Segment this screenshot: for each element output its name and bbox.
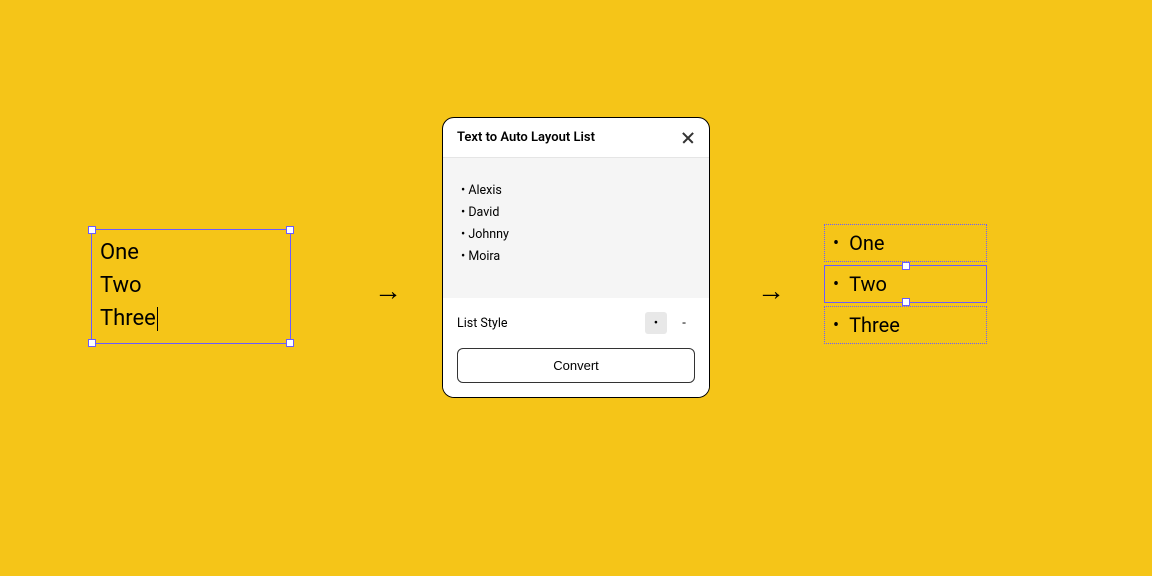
convert-button[interactable]: Convert	[457, 348, 695, 383]
controls-area: List Style • - Convert	[443, 298, 709, 397]
bullet-icon: •	[833, 274, 839, 295]
preview-area: • Alexis • David • Johnny • Moira	[443, 158, 709, 298]
text-cursor	[157, 307, 158, 331]
resize-handle-bottom[interactable]	[902, 298, 910, 306]
resize-handle-top[interactable]	[902, 262, 910, 270]
list-item[interactable]: • Three	[824, 306, 987, 344]
dialog-header: Text to Auto Layout List	[443, 118, 709, 158]
bullet-icon: •	[833, 233, 839, 254]
preview-item: • Johnny	[461, 224, 691, 246]
resize-handle-bottom-right[interactable]	[286, 339, 294, 347]
list-item-label: Three	[849, 313, 900, 337]
input-line: Three	[100, 302, 282, 335]
resize-handle-top-right[interactable]	[286, 226, 294, 234]
input-line: One	[100, 236, 282, 269]
input-line: Two	[100, 269, 282, 302]
close-icon[interactable]	[681, 131, 695, 145]
list-style-label: List Style	[457, 316, 508, 331]
preview-item: • Alexis	[461, 180, 691, 202]
style-options: • -	[645, 312, 695, 334]
list-item-label: Two	[849, 272, 887, 296]
output-auto-layout-list: • One • Two • Three	[824, 224, 987, 347]
dialog-title: Text to Auto Layout List	[457, 130, 595, 145]
list-item-label: One	[849, 231, 884, 255]
preview-item: • David	[461, 202, 691, 224]
bullet-icon: •	[833, 315, 839, 336]
resize-handle-top-left[interactable]	[88, 226, 96, 234]
preview-item: • Moira	[461, 246, 691, 268]
style-option-dash[interactable]: -	[673, 312, 695, 334]
list-item[interactable]: • One	[824, 224, 987, 262]
arrow-icon: →	[757, 274, 785, 307]
arrow-icon: →	[374, 274, 402, 307]
text-input-frame[interactable]: One Two Three	[91, 229, 291, 344]
list-style-row: List Style • -	[457, 312, 695, 334]
list-item[interactable]: • Two	[824, 265, 987, 303]
resize-handle-bottom-left[interactable]	[88, 339, 96, 347]
plugin-dialog: Text to Auto Layout List • Alexis • Davi…	[442, 117, 710, 398]
style-option-bullet[interactable]: •	[645, 312, 667, 334]
